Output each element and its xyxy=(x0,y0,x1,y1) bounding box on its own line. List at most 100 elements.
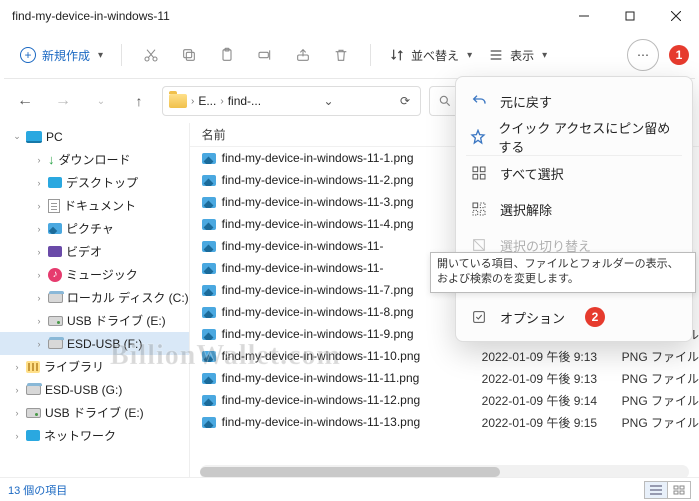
tree-label: ESD-USB (F:) xyxy=(67,337,142,351)
tree-item-libraries[interactable]: ›ライブラリ xyxy=(0,355,189,378)
more-menu: 元に戻す クイック アクセスにピン留めする すべて選択 選択解除 選択の切り替え… xyxy=(455,76,693,342)
column-name[interactable]: 名前 xyxy=(202,126,482,143)
file-name: find-my-device-in-windows-11-2.png xyxy=(202,173,482,187)
tree-label: ライブラリ xyxy=(44,358,104,375)
collapse-icon[interactable]: ⌄ xyxy=(12,131,22,142)
breadcrumb-segment[interactable]: E... xyxy=(198,94,216,108)
image-file-icon xyxy=(202,219,216,230)
image-file-icon xyxy=(202,175,216,186)
nav-pane: ⌄PC ›↓ダウンロード ›デスクトップ ›ドキュメント ›ピクチャ ›ビデオ … xyxy=(0,123,190,479)
usb-drive-icon xyxy=(26,385,41,395)
download-icon: ↓ xyxy=(48,152,55,167)
tooltip: 開いている項目、ファイルとフォルダーの表示、および検索のを変更します。 xyxy=(430,252,696,293)
image-file-icon xyxy=(202,241,216,252)
tree-item-usb-e2[interactable]: ›USB ドライブ (E:) xyxy=(0,401,189,424)
tree-label: USB ドライブ (E:) xyxy=(45,404,144,421)
recent-button[interactable]: ⌄ xyxy=(86,86,116,116)
menu-options[interactable]: オプション 2 xyxy=(456,299,692,335)
usb-drive-icon xyxy=(26,408,41,418)
forward-button[interactable]: → xyxy=(48,86,78,116)
up-button[interactable]: ↑ xyxy=(124,86,154,116)
file-row[interactable]: find-my-device-in-windows-11-13.png2022-… xyxy=(190,411,699,433)
maximize-button[interactable] xyxy=(607,0,653,32)
rename-button[interactable] xyxy=(248,40,282,70)
status-count: 13 個の項目 xyxy=(8,482,67,498)
tree-item-usb-e[interactable]: ›USB ドライブ (E:) xyxy=(0,309,189,332)
options-icon xyxy=(470,309,488,325)
document-icon xyxy=(48,199,60,213)
file-row[interactable]: find-my-device-in-windows-11-12.png2022-… xyxy=(190,389,699,411)
new-button[interactable]: + 新規作成 ▾ xyxy=(14,43,109,68)
list-icon xyxy=(488,47,504,63)
menu-label: すべて選択 xyxy=(500,164,564,183)
file-row[interactable]: find-my-device-in-windows-11-11.png2022-… xyxy=(190,367,699,389)
tree-item-pc[interactable]: ⌄ PC xyxy=(0,125,189,148)
file-type: PNG ファイル xyxy=(622,348,699,365)
tree-label: ローカル ディスク (C:) xyxy=(67,289,189,306)
image-file-icon xyxy=(202,329,216,340)
image-file-icon xyxy=(202,395,216,406)
file-name: find-my-device-in-windows-11- xyxy=(202,239,482,253)
tree-label: デスクトップ xyxy=(66,174,138,191)
music-icon: ♪ xyxy=(48,268,62,282)
paste-button[interactable] xyxy=(210,40,244,70)
image-file-icon xyxy=(202,285,216,296)
tree-item-videos[interactable]: ›ビデオ xyxy=(0,240,189,263)
image-file-icon xyxy=(202,417,216,428)
view-label: 表示 xyxy=(510,47,534,64)
menu-select-all[interactable]: すべて選択 xyxy=(456,155,692,191)
annotation-step-2: 2 xyxy=(585,307,605,327)
thumbnails-view-button[interactable] xyxy=(667,481,691,499)
sort-button[interactable]: 並べ替え ▾ xyxy=(383,43,478,68)
menu-pin[interactable]: クイック アクセスにピン留めする xyxy=(456,119,692,155)
image-file-icon xyxy=(202,307,216,318)
pc-icon xyxy=(26,131,42,143)
tree-item-pictures[interactable]: ›ピクチャ xyxy=(0,217,189,240)
tree-item-esd-g[interactable]: ›ESD-USB (G:) xyxy=(0,378,189,401)
tree-item-esd-usb[interactable]: ›ESD-USB (F:) xyxy=(0,332,189,355)
tree-item-local-c[interactable]: ›ローカル ディスク (C:) xyxy=(0,286,189,309)
file-type: PNG ファイル xyxy=(622,370,699,387)
minimize-button[interactable] xyxy=(561,0,607,32)
chevron-down-icon: ▾ xyxy=(467,50,472,61)
menu-label: 元に戻す xyxy=(500,92,552,111)
delete-button[interactable] xyxy=(324,40,358,70)
command-bar: + 新規作成 ▾ 並べ替え ▾ 表示 ▾ ⋯ 1 xyxy=(0,32,699,78)
menu-select-none[interactable]: 選択解除 xyxy=(456,191,692,227)
tree-item-music[interactable]: ›♪ミュージック xyxy=(0,263,189,286)
network-icon xyxy=(26,430,40,441)
breadcrumb[interactable]: › E... › find-... ⌄ ⟳ xyxy=(162,86,421,116)
cut-button[interactable] xyxy=(134,40,168,70)
chevron-down-icon: ▾ xyxy=(98,50,103,61)
more-button[interactable]: ⋯ xyxy=(627,39,659,71)
desktop-icon xyxy=(48,177,62,188)
separator xyxy=(370,44,371,66)
tree-item-network[interactable]: ›ネットワーク xyxy=(0,424,189,447)
details-view-button[interactable] xyxy=(644,481,668,499)
share-button[interactable] xyxy=(286,40,320,70)
file-name: find-my-device-in-windows-11-3.png xyxy=(202,195,482,209)
chevron-down-icon[interactable]: ⌄ xyxy=(319,94,337,108)
tree-label: ミュージック xyxy=(66,266,138,283)
tree-item-documents[interactable]: ›ドキュメント xyxy=(0,194,189,217)
file-name: find-my-device-in-windows-11-13.png xyxy=(202,415,482,429)
library-icon xyxy=(26,361,40,373)
close-button[interactable] xyxy=(653,0,699,32)
view-button[interactable]: 表示 ▾ xyxy=(482,43,553,68)
back-button[interactable]: ← xyxy=(10,86,40,116)
tree-item-downloads[interactable]: ›↓ダウンロード xyxy=(0,148,189,171)
invert-icon xyxy=(470,237,488,253)
file-row[interactable]: find-my-device-in-windows-11-10.png2022-… xyxy=(190,345,699,367)
tree-label: PC xyxy=(46,130,63,144)
image-file-icon xyxy=(202,197,216,208)
tree-item-desktop[interactable]: ›デスクトップ xyxy=(0,171,189,194)
scrollbar-thumb[interactable] xyxy=(200,467,500,477)
breadcrumb-segment[interactable]: find-... xyxy=(228,94,261,108)
copy-button[interactable] xyxy=(172,40,206,70)
tree-label: ビデオ xyxy=(66,243,102,260)
menu-undo[interactable]: 元に戻す xyxy=(456,83,692,119)
tree-label: ピクチャ xyxy=(66,220,114,237)
file-name: find-my-device-in-windows-11-11.png xyxy=(202,371,482,385)
file-date: 2022-01-09 午後 9:14 xyxy=(482,392,622,409)
refresh-icon[interactable]: ⟳ xyxy=(396,94,414,108)
